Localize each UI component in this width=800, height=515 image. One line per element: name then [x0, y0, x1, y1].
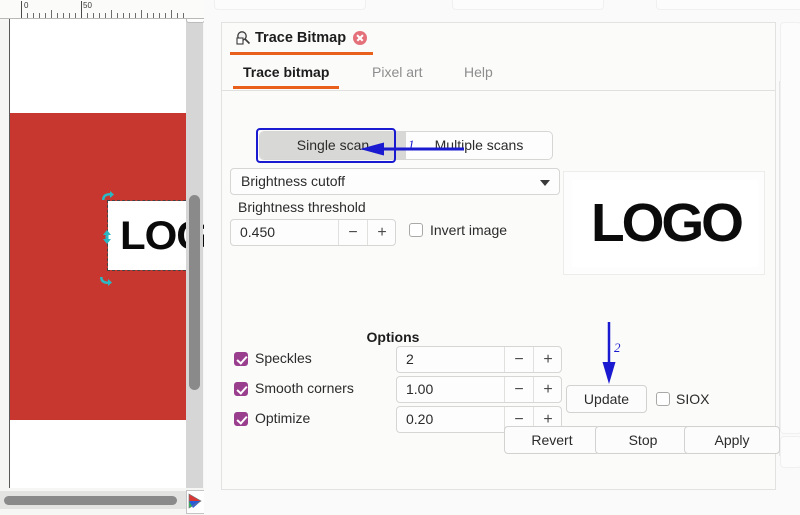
detection-mode-combo[interactable]: Brightness cutoff [230, 168, 560, 195]
dialog-vertical-separator [779, 81, 780, 456]
canvas-vertical-scrollbar-thumb[interactable] [189, 195, 200, 390]
options-heading: Options [366, 329, 420, 345]
revert-button[interactable]: Revert [504, 426, 600, 454]
canvas-area[interactable]: LOGO 1 0 50 [0, 0, 241, 515]
smooth-corners-checkbox[interactable] [234, 382, 248, 396]
detection-mode-value: Brightness cutoff [241, 173, 346, 189]
dialog-title-bar: Trace Bitmap [222, 23, 775, 55]
chevron-down-icon [540, 180, 550, 186]
smooth-corners-value[interactable]: 1.00 [406, 381, 433, 397]
dialog-title-label: Trace Bitmap [255, 29, 347, 46]
speckles-checkbox[interactable] [234, 352, 248, 366]
smooth-corners-decrement[interactable]: − [505, 377, 533, 402]
invert-image-label[interactable]: Invert image [430, 222, 507, 238]
speckles-spinner[interactable]: 2 − + [396, 346, 562, 373]
right-dock-ghost [780, 22, 800, 434]
speckles-decrement[interactable]: − [505, 347, 533, 372]
brightness-threshold-label: Brightness threshold [238, 199, 366, 215]
annotation-label-2: 2 [614, 340, 621, 355]
speckles-label[interactable]: Speckles [255, 350, 312, 366]
smooth-corners-label[interactable]: Smooth corners [255, 380, 354, 396]
trace-preview-logo-text: LOGO [591, 193, 744, 253]
optimize-label[interactable]: Optimize [255, 410, 310, 426]
scale-handle-left-middle[interactable] [100, 230, 114, 244]
smooth-corners-increment[interactable]: + [534, 377, 562, 402]
dialog-title-tab[interactable]: Trace Bitmap [230, 23, 374, 55]
brightness-threshold-spinner[interactable]: 0.450 − + [230, 219, 396, 246]
ruler-label-0: 0 [24, 1, 29, 10]
magnifier-icon [236, 30, 251, 45]
canvas-horizontal-scrollbar-thumb[interactable] [4, 496, 177, 505]
stop-button[interactable]: Stop [595, 426, 691, 454]
tab-help[interactable]: Help [454, 56, 503, 89]
brightness-threshold-decrement[interactable]: − [339, 220, 367, 245]
dialog-tabs: Trace bitmap Pixel art Help [222, 56, 775, 91]
siox-checkbox[interactable] [656, 392, 670, 406]
horizontal-ruler: 0 50 [0, 0, 204, 19]
toolbar-ghost-a [214, 0, 366, 10]
rotate-handle-top-left[interactable] [101, 190, 115, 204]
brightness-threshold-value[interactable]: 0.450 [240, 224, 275, 240]
apply-button[interactable]: Apply [684, 426, 780, 454]
speckles-value[interactable]: 2 [406, 351, 414, 367]
tab-trace-bitmap[interactable]: Trace bitmap [233, 56, 340, 89]
ruler-label-50: 50 [83, 1, 92, 10]
annotation-arrow-2: 2 [600, 322, 622, 384]
smooth-corners-spinner[interactable]: 1.00 − + [396, 376, 562, 403]
color-wheel-icon[interactable] [186, 490, 206, 514]
toolbar-ghost-c [656, 0, 800, 10]
right-dock-button-ghost [780, 436, 800, 468]
update-button[interactable]: Update [566, 385, 647, 413]
optimize-checkbox[interactable] [234, 412, 248, 426]
optimize-value[interactable]: 0.20 [406, 411, 433, 427]
annotation-arrow-1: 1 [360, 137, 464, 163]
rotate-handle-bottom-left[interactable] [99, 273, 113, 287]
toolbar-ghost-b [452, 0, 604, 10]
speckles-increment[interactable]: + [534, 347, 562, 372]
brightness-threshold-increment[interactable]: + [368, 220, 396, 245]
annotation-label-1: 1 [408, 137, 415, 152]
invert-image-checkbox[interactable] [409, 223, 423, 237]
siox-label[interactable]: SIOX [676, 391, 709, 407]
close-icon[interactable] [353, 30, 368, 45]
tab-pixel-art[interactable]: Pixel art [362, 56, 433, 89]
